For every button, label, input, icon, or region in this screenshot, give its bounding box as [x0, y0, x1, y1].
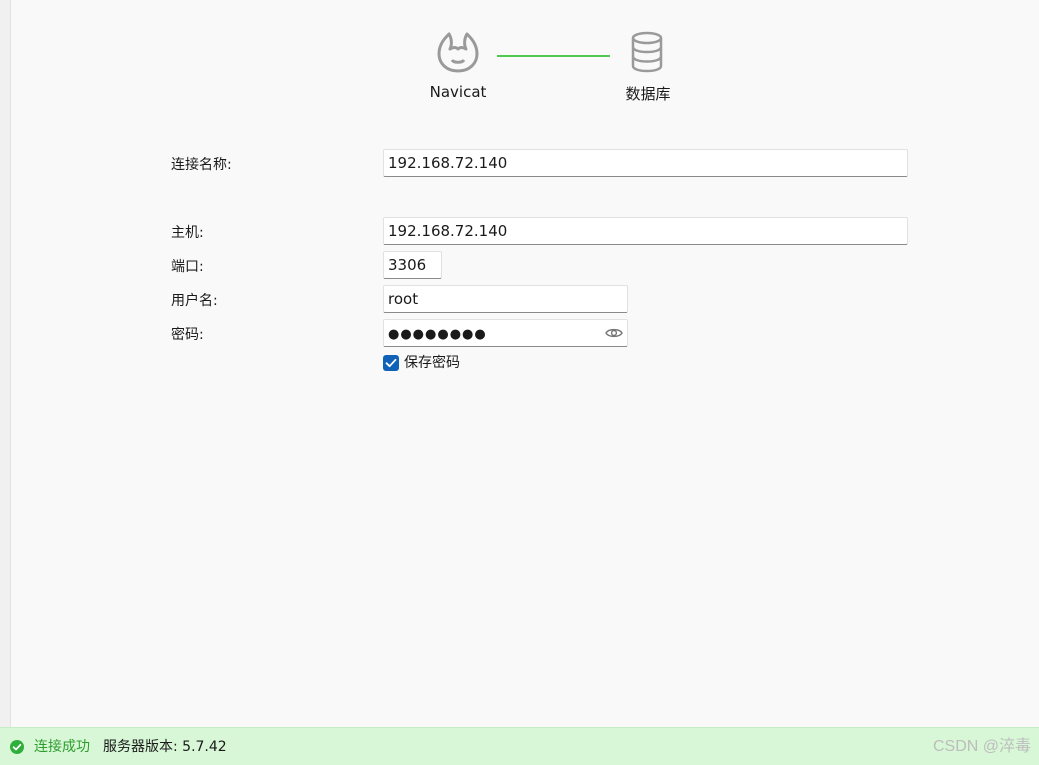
diagram-source-label: Navicat — [429, 83, 487, 101]
host-label: 主机: — [171, 225, 204, 241]
eye-icon[interactable] — [605, 326, 623, 340]
password-label: 密码: — [171, 327, 204, 343]
navicat-logo-icon — [437, 32, 479, 73]
diagram-target-label: 数据库 — [625, 85, 671, 103]
password-input[interactable]: ●●●●●●●● — [383, 319, 628, 347]
database-icon — [631, 31, 663, 73]
checkmark-icon — [385, 358, 397, 368]
connection-status-text: 连接成功 — [34, 739, 90, 755]
status-bar: 连接成功 服务器版本: 5.7.42 CSDN @淬毒 — [0, 727, 1039, 765]
server-version-text: 服务器版本: 5.7.42 — [103, 739, 227, 755]
username-input[interactable]: root — [383, 285, 628, 313]
watermark: CSDN @淬毒 — [932, 738, 1031, 755]
password-value: ●●●●●●●● — [388, 327, 487, 342]
check-circle-icon — [10, 740, 24, 754]
connection-name-input[interactable]: 192.168.72.140 — [383, 149, 908, 177]
save-password-label[interactable]: 保存密码 — [404, 354, 460, 372]
connection-link-line — [497, 55, 610, 57]
connection-diagram: Navicat 数据库 — [0, 0, 1039, 120]
port-input[interactable]: 3306 — [383, 251, 442, 279]
port-label: 端口: — [171, 259, 204, 275]
username-label: 用户名: — [171, 293, 218, 309]
connection-name-label: 连接名称: — [171, 157, 232, 173]
save-password-checkbox[interactable] — [383, 355, 399, 371]
host-input[interactable]: 192.168.72.140 — [383, 217, 908, 245]
